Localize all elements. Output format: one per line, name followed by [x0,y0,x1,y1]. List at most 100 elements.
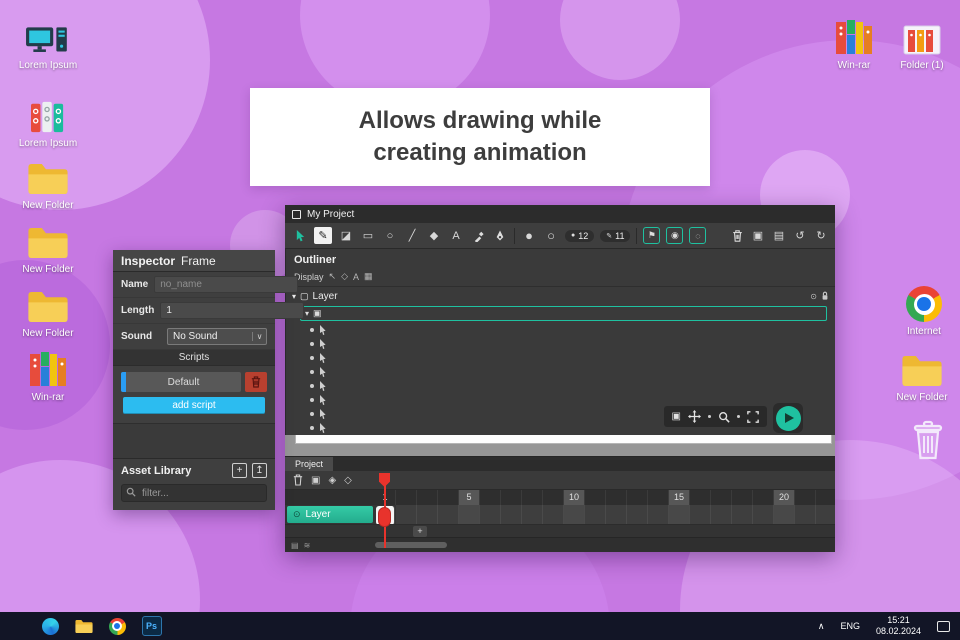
add-script-button[interactable]: add script [123,397,265,414]
frame-number-cell[interactable]: 15 [669,490,690,505]
play-button[interactable] [773,403,803,433]
layer-frame-cell[interactable] [438,505,459,524]
add-frame-button[interactable]: + [413,526,427,537]
pencil-tool-button[interactable]: ✎ [314,227,332,244]
canvas-mode-icon[interactable]: ▣ [672,411,681,422]
frame-number-cell[interactable] [732,490,753,505]
desktop-icon-internet[interactable]: Internet [888,286,960,337]
layer-frame-cell[interactable] [396,505,417,524]
frame-number-cell[interactable] [711,490,732,505]
frame-number-cell[interactable] [753,490,774,505]
paste-button[interactable]: ▤ [772,227,786,244]
desktop-icon-computer[interactable]: Lorem Ipsum [12,26,84,71]
playhead-knob[interactable] [378,507,391,527]
outliner-sub-layer[interactable] [310,365,835,379]
outliner-sub-layer[interactable] [310,323,835,337]
photoshop-icon[interactable]: Ps [141,616,162,636]
outliner-sub-layer[interactable] [310,351,835,365]
line-tool-button[interactable]: ╱ [404,227,420,244]
delete-frame-button[interactable] [293,474,303,486]
edge-icon[interactable] [41,617,59,635]
add-asset-button[interactable]: + [232,463,247,478]
empty-frame-button[interactable]: ◇ [344,475,352,486]
opacity-control[interactable]: ✎ 11 [600,229,631,242]
delete-script-button[interactable] [245,372,267,392]
inspector-header[interactable]: Inspector Frame [113,250,275,272]
zoom-icon[interactable] [718,411,730,423]
outliner-sub-layer[interactable] [310,337,835,351]
desktop-icon-binders[interactable]: Lorem Ipsum [12,100,84,149]
rectangle-tool-button[interactable]: ▭ [360,227,376,244]
filter-input[interactable] [121,484,267,502]
frame-number-cell[interactable]: 10 [564,490,585,505]
layer-frame-cell[interactable] [417,505,438,524]
frame-number-cell[interactable]: 5 [459,490,480,505]
file-explorer-icon[interactable] [74,619,93,634]
frame-number-cell[interactable] [417,490,438,505]
clock[interactable]: 15:21 08.02.2024 [876,615,921,638]
stroke-outline-button[interactable]: ○ [543,227,559,244]
timeline-layer-label[interactable]: ⊙ Layer [287,506,373,523]
outliner-layer-row[interactable]: ▾ ▢ Layer ⊙ [286,287,835,305]
frame-number-cell[interactable] [501,490,522,505]
stroke-filled-button[interactable]: ● [521,227,537,244]
outliner-sub-layer[interactable] [310,393,835,407]
layer-frame-cell[interactable] [501,505,522,524]
frame-number-cell[interactable] [585,490,606,505]
frame-number-cell[interactable] [480,490,501,505]
frame-number-cell[interactable] [795,490,816,505]
curves-view-icon[interactable]: ≋ [304,541,311,550]
duplicate-frame-button[interactable]: ◈ [328,475,336,486]
visibility-icon[interactable]: ⊙ [293,509,301,520]
layer-frame-cell[interactable] [606,505,627,524]
flag-mode-button[interactable]: ⚑ [643,227,661,244]
eraser-tool-button[interactable]: ◪ [338,227,354,244]
layer-frame-cell[interactable] [753,505,774,524]
shape-mode-icon[interactable]: ◇ [341,271,348,282]
canvas-area[interactable]: ▣ ))) Outliner Display ↖ ◇ [285,249,835,456]
layer-frame-cell[interactable] [711,505,732,524]
layer-frame-cell[interactable] [585,505,606,524]
text-mode-icon[interactable]: A [353,272,359,282]
desktop-icon-folder-1[interactable]: New Folder [12,162,84,211]
length-field[interactable] [160,302,305,319]
layer-frame-cell[interactable] [816,505,835,524]
ellipse-tool-button[interactable]: ○ [382,227,398,244]
tab-project[interactable]: Project [285,457,334,471]
outliner-selected-item[interactable]: ▾ ▣ [300,306,827,321]
name-field[interactable] [154,276,299,293]
frame-number-cell[interactable] [690,490,711,505]
desktop-icon-folder-2[interactable]: New Folder [12,226,84,275]
layer-frame-cell[interactable] [564,505,585,524]
image-mode-icon[interactable]: ▦ [364,271,373,282]
copy-button[interactable]: ▣ [751,227,765,244]
layer-frame-cell[interactable] [669,505,690,524]
desktop-icon-recycle-bin[interactable] [892,420,960,464]
frame-number-cell[interactable] [816,490,835,505]
layer-frame-cell[interactable] [627,505,648,524]
lasso-mode-button[interactable]: ◌ [689,227,707,244]
frame-number-cell[interactable]: 20 [774,490,795,505]
frame-number-cell[interactable] [606,490,627,505]
layer-frame-cell[interactable] [522,505,543,524]
desktop-icon-folder-4[interactable]: New Folder [886,354,958,403]
chrome-taskbar-icon[interactable] [108,617,126,635]
layer-frame-cell[interactable] [795,505,816,524]
cursor-mode-icon[interactable]: ↖ [329,271,337,282]
notification-center-icon[interactable] [937,620,950,632]
export-asset-button[interactable]: ↥ [252,463,267,478]
brush-tool-button[interactable]: ◆ [426,227,442,244]
layer-frame-cell[interactable] [648,505,669,524]
desktop-icon-folder-docs[interactable]: Folder (1) [886,22,958,71]
eyedropper-tool-button[interactable] [470,227,486,244]
tray-chevron-icon[interactable]: ∧ [818,621,825,632]
desktop-icon-winrar-2[interactable]: Win-rar [818,20,890,71]
layer-frame-cell[interactable] [543,505,564,524]
add-keyframe-button[interactable]: ▣ [311,475,320,486]
layer-frame-cell[interactable] [732,505,753,524]
start-button[interactable] [10,618,26,634]
layer-frame-cell[interactable] [480,505,501,524]
visibility-icon[interactable]: ⊙ [810,292,817,301]
frame-number-cell[interactable] [522,490,543,505]
stroke-size-control[interactable]: ● 12 [565,229,595,242]
